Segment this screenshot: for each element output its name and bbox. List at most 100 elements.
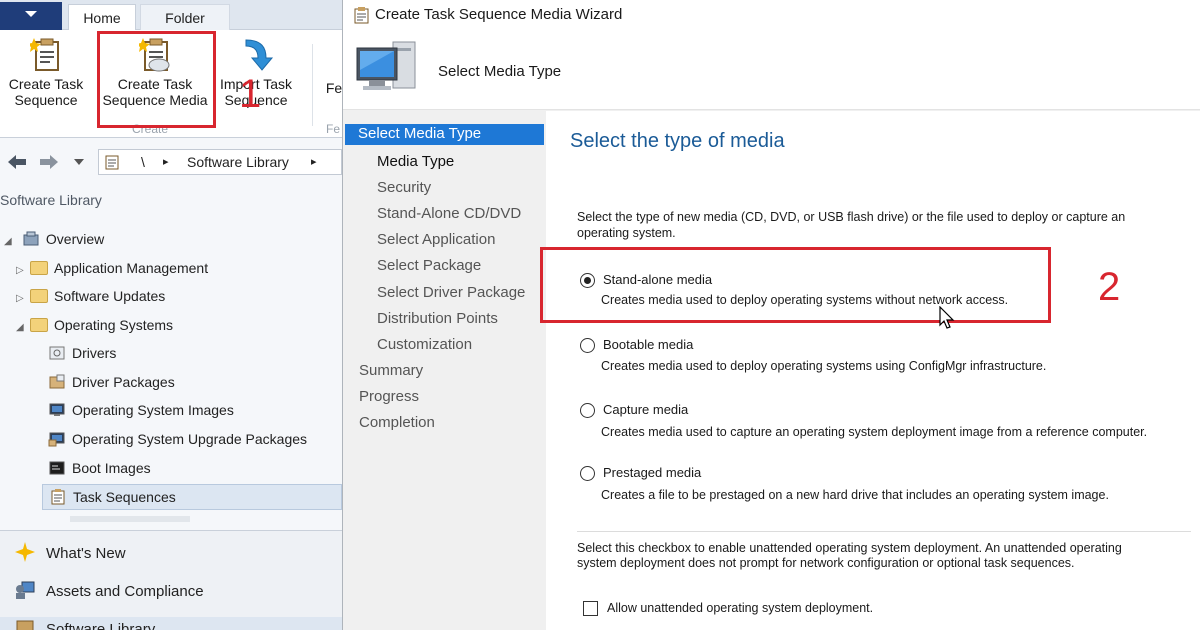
content-title: Select the type of media <box>570 130 785 152</box>
tree-label: Boot Images <box>72 460 151 476</box>
prestaged-media-label[interactable]: Prestaged media <box>603 465 701 480</box>
workspace-title: Software Library <box>0 192 102 208</box>
unattended-text-line-1: Select this checkbox to enable unattende… <box>577 541 1122 555</box>
wizard-steps-pane: Select Media Type Media Type Security St… <box>343 111 546 630</box>
step-customization: Customization <box>377 336 473 353</box>
task-sequence-icon <box>51 489 65 505</box>
wizard-titlebar: Create Task Sequence Media Wizard <box>343 0 1200 30</box>
callout-number-1: 1 <box>239 72 262 116</box>
breadcrumb-arrow[interactable]: ▸ <box>163 150 169 174</box>
step-select-driver-package: Select Driver Package <box>377 284 526 301</box>
allow-unattended-label[interactable]: Allow unattended operating system deploy… <box>607 601 873 615</box>
folder-icon <box>30 318 48 332</box>
tree-item-application-management[interactable]: ▷ Application Management <box>16 258 208 281</box>
capture-media-label[interactable]: Capture media <box>603 402 688 417</box>
tree-label: Operating System Images <box>72 402 234 418</box>
workspace-switcher: What's New Assets and Compliance Softwar… <box>0 530 342 630</box>
wizard-title: Create Task Sequence Media Wizard <box>375 6 623 23</box>
forward-icon[interactable] <box>38 154 60 170</box>
tree-label: Task Sequences <box>73 489 176 505</box>
ribbon-separator <box>312 44 313 126</box>
wizard-app-icon <box>354 7 369 24</box>
allow-unattended-checkbox[interactable] <box>583 601 598 616</box>
intro-text-line-2: operating system. <box>577 226 676 240</box>
tab-home[interactable]: Home <box>68 4 136 31</box>
tree-label: Overview <box>45 231 105 247</box>
tab-folder[interactable]: Folder <box>140 4 230 31</box>
collapse-icon[interactable]: ◢ <box>4 232 18 252</box>
prestaged-media-description: Creates a file to be prestaged on a new … <box>601 488 1109 502</box>
tree-item-operating-systems[interactable]: ◢ Operating Systems <box>16 315 173 338</box>
address-bar[interactable]: \ ▸ Software Library ▸ <box>98 149 342 175</box>
history-dropdown-icon[interactable] <box>74 159 84 165</box>
boot-image-icon <box>49 461 65 475</box>
tree-item-boot-images[interactable]: Boot Images <box>48 458 151 478</box>
breadcrumb-root-separator: \ <box>141 154 145 170</box>
expand-icon[interactable]: ▷ <box>16 261 30 281</box>
workspace-software-library[interactable]: Software Library <box>0 617 342 630</box>
unattended-text-line-2: system deployment does not prompt for ne… <box>577 556 1075 570</box>
step-media-type: Media Type <box>377 153 455 170</box>
tree-item-overview[interactable]: ◢ Overview <box>4 229 104 252</box>
bootable-media-label[interactable]: Bootable media <box>603 337 693 352</box>
ribbon-tabstrip: Home Folder <box>0 0 342 31</box>
assets-icon <box>16 581 35 599</box>
overview-icon <box>23 231 39 246</box>
task-sequence-new-icon <box>27 36 62 72</box>
step-progress: Progress <box>359 388 420 405</box>
step-distribution-points: Distribution Points <box>377 310 498 327</box>
ribbon: Create Task Sequence Create Task Sequenc… <box>0 30 342 138</box>
mouse-cursor-icon <box>939 306 955 329</box>
prestaged-media-radio[interactable] <box>580 466 595 481</box>
breadcrumb-arrow[interactable]: ▸ <box>311 150 317 174</box>
driver-package-icon <box>49 374 65 389</box>
driver-icon <box>49 346 65 360</box>
step-summary: Summary <box>359 362 424 379</box>
callout-box-2 <box>540 247 1051 323</box>
tree-item-os-upgrade-packages[interactable]: Operating System Upgrade Packages <box>48 429 307 449</box>
software-library-icon <box>16 620 34 630</box>
expand-icon[interactable]: ▷ <box>16 289 30 309</box>
tree-item-os-images[interactable]: Operating System Images <box>48 400 234 420</box>
intro-text-line-1: Select the type of new media (CD, DVD, o… <box>577 210 1126 224</box>
step-select-media-type: Select Media Type <box>345 124 544 145</box>
task-sequence-small-icon <box>105 155 119 170</box>
collapse-icon[interactable]: ◢ <box>16 318 30 338</box>
create-task-sequence-button[interactable]: Create Task Sequence <box>4 36 88 108</box>
step-standalone-cd-dvd: Stand-Alone CD/DVD <box>377 205 522 222</box>
configmgr-console: Home Folder Create Task Sequence Create … <box>0 0 342 630</box>
step-security: Security <box>377 179 432 196</box>
wizard-content-pane: Select the type of media Select the type… <box>540 111 1200 630</box>
folder-icon <box>30 261 48 275</box>
tree-label: Operating System Upgrade Packages <box>72 431 308 447</box>
os-upgrade-package-icon <box>48 432 65 447</box>
tree-label: Application Management <box>54 260 209 276</box>
bootable-media-radio[interactable] <box>580 338 595 353</box>
workspace-label: Assets and Compliance <box>46 583 204 600</box>
bootable-media-description: Creates media used to deploy operating s… <box>601 359 1047 373</box>
ribbon-partial-button[interactable]: Fe <box>322 80 342 96</box>
breadcrumb-software-library[interactable]: Software Library <box>187 150 289 174</box>
import-arrow-icon <box>240 36 274 72</box>
callout-number-2: 2 <box>1098 265 1121 309</box>
tree-item-clipped <box>70 516 190 522</box>
computer-icon <box>356 41 416 90</box>
workspace-assets-compliance[interactable]: Assets and Compliance <box>14 579 204 601</box>
folder-icon <box>30 289 48 303</box>
step-select-application: Select Application <box>377 231 496 248</box>
tree-item-driver-packages[interactable]: Driver Packages <box>48 372 175 392</box>
tree-item-software-updates[interactable]: ▷ Software Updates <box>16 286 165 309</box>
step-completion: Completion <box>359 414 435 431</box>
app-menu-button[interactable] <box>0 2 62 30</box>
create-task-sequence-label: Create Task Sequence <box>8 76 84 108</box>
tree-item-drivers[interactable]: Drivers <box>48 343 116 363</box>
callout-box-1 <box>97 31 216 128</box>
back-icon[interactable] <box>6 154 28 170</box>
workspace-label: What's New <box>46 545 126 562</box>
dropdown-arrow-icon <box>25 11 37 17</box>
capture-media-radio[interactable] <box>580 403 595 418</box>
wizard-header: Select Media Type <box>343 30 1200 110</box>
workspace-whats-new[interactable]: What's New <box>14 541 126 563</box>
tree-label: Driver Packages <box>72 374 175 390</box>
tree-item-task-sequences[interactable]: Task Sequences <box>42 484 342 510</box>
